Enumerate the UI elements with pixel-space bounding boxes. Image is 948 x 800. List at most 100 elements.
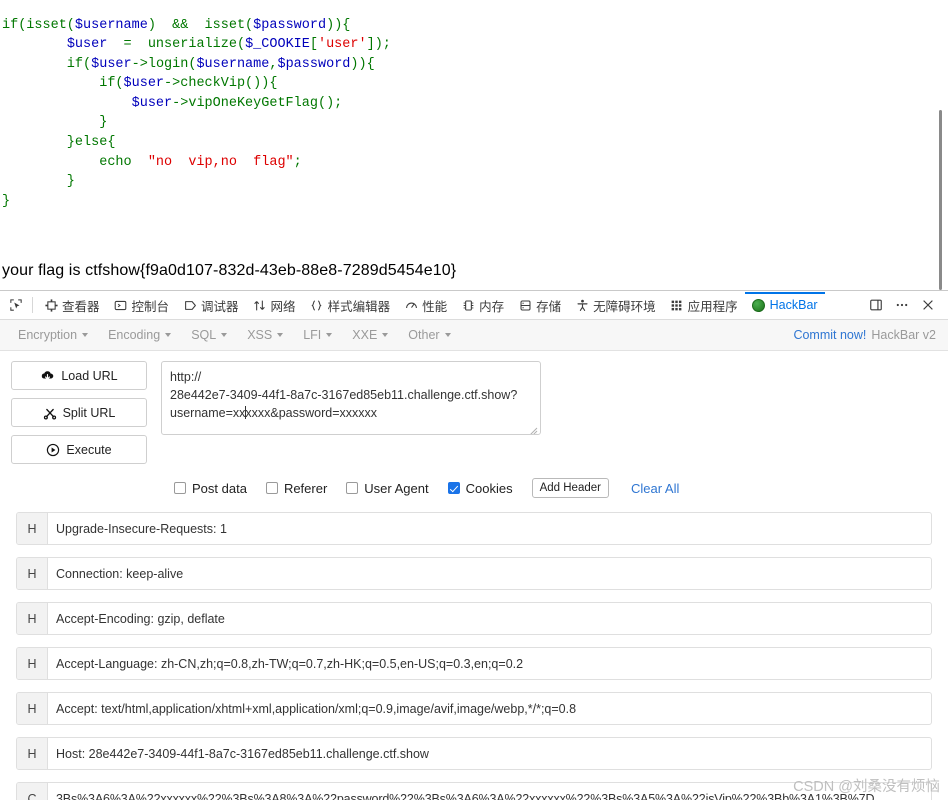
menu-xxe[interactable]: XXE: [342, 328, 398, 342]
memory-icon: [461, 298, 475, 312]
scissors-icon: [43, 406, 57, 420]
code-token: )){: [350, 56, 375, 72]
devtools-tab-memory[interactable]: 内存: [454, 292, 511, 319]
menu-other[interactable]: Other: [398, 328, 460, 342]
header-row[interactable]: H Upgrade-Insecure-Requests: 1: [16, 512, 932, 545]
code-token: }: [2, 174, 75, 190]
application-icon: [670, 298, 684, 312]
devtools-tab-network[interactable]: 网络: [246, 292, 303, 319]
network-icon: [253, 298, 267, 312]
header-rows-list: H Upgrade-Insecure-Requests: 1 H Connect…: [8, 512, 940, 800]
menu-label: LFI: [303, 328, 322, 342]
code-token: $password: [277, 56, 351, 72]
inspector-icon: [44, 298, 58, 312]
debugger-icon: [183, 298, 197, 312]
hackbar-action-buttons: Load URL Split URL Execute: [8, 361, 147, 464]
url-textarea[interactable]: http:// 28e442e7-3409-44f1-8a7c-3167ed85…: [161, 361, 541, 435]
execute-button[interactable]: Execute: [11, 435, 147, 464]
header-row[interactable]: H Host: 28e442e7-3409-44f1-8a7c-3167ed85…: [16, 737, 932, 770]
devtools-tab-label: 存储: [536, 299, 562, 314]
devtools-tab-accessibility[interactable]: 无障碍环境: [568, 292, 663, 319]
devtools-toolbar-right: [864, 293, 944, 317]
chevron-down-icon: [444, 333, 451, 337]
code-token: $username: [196, 56, 270, 72]
menu-lfi[interactable]: LFI: [293, 328, 342, 342]
close-icon[interactable]: [916, 293, 940, 317]
header-row-tag: H: [17, 603, 48, 634]
header-row[interactable]: H Accept-Language: zh-CN,zh;q=0.8,zh-TW;…: [16, 647, 932, 680]
devtools-tab-application[interactable]: 应用程序: [663, 292, 745, 319]
checkbox-box[interactable]: [174, 482, 186, 494]
header-row-value[interactable]: Host: 28e442e7-3409-44f1-8a7c-3167ed85eb…: [48, 738, 931, 769]
clear-all-link[interactable]: Clear All: [631, 481, 679, 496]
checkbox-post-data[interactable]: Post data: [174, 481, 247, 496]
header-row-value[interactable]: Accept-Language: zh-CN,zh;q=0.8,zh-TW;q=…: [48, 648, 931, 679]
code-token: $password: [253, 17, 327, 33]
checkbox-label: Post data: [192, 480, 247, 496]
url-line-1: http://: [170, 370, 202, 384]
flag-output-text: your flag is ctfshow{f9a0d107-832d-43eb-…: [2, 262, 457, 279]
chevron-down-icon: [326, 333, 333, 337]
devtools-tab-label: 控制台: [131, 299, 170, 314]
toolbar-divider: [32, 297, 33, 313]
code-token: $user: [66, 37, 108, 53]
menu-encryption[interactable]: Encryption: [8, 328, 98, 342]
devtools-tab-storage[interactable]: 存储: [511, 292, 568, 319]
style-editor-icon: [310, 298, 324, 312]
commit-now-link[interactable]: Commit now!: [793, 328, 866, 342]
header-row-value[interactable]: Accept: text/html,application/xhtml+xml,…: [48, 693, 931, 724]
page-content-area: if(isset($username) && isset($password))…: [0, 0, 948, 290]
header-row-value[interactable]: Upgrade-Insecure-Requests: 1: [48, 513, 931, 544]
header-row[interactable]: H Accept: text/html,application/xhtml+xm…: [16, 692, 932, 725]
devtools-tab-style-editor[interactable]: 样式编辑器: [303, 292, 398, 319]
header-row-value[interactable]: Accept-Encoding: gzip, deflate: [48, 603, 931, 634]
devtools-panel: 查看器 控制台 调试器 网络 样式编辑器 性能 内存 存储 无障碍环境 应用程序…: [0, 290, 948, 800]
menu-encoding[interactable]: Encoding: [98, 328, 181, 342]
menu-sql[interactable]: SQL: [181, 328, 237, 342]
resize-handle-icon[interactable]: [528, 423, 538, 434]
add-header-button[interactable]: Add Header: [531, 478, 609, 498]
chevron-down-icon: [277, 333, 284, 337]
code-token: = unserialize(: [107, 37, 246, 53]
checkbox-box[interactable]: [447, 482, 460, 494]
menu-label: Other: [408, 328, 440, 342]
devtools-tab-inspector[interactable]: 查看器: [37, 292, 107, 319]
menu-xss[interactable]: XSS: [237, 328, 293, 342]
hackbar-version-area: Commit now! HackBar v2: [793, 328, 940, 342]
header-row-value[interactable]: Connection: keep-alive: [48, 558, 931, 589]
url-textarea-wrap: http:// 28e442e7-3409-44f1-8a7c-3167ed85…: [161, 361, 541, 435]
devtools-tab-debugger[interactable]: 调试器: [176, 292, 246, 319]
menu-label: SQL: [191, 328, 217, 342]
accessibility-icon: [575, 298, 589, 312]
header-row[interactable]: H Accept-Encoding: gzip, deflate: [16, 602, 932, 635]
hackbar-menubar: Encryption Encoding SQL XSS LFI XXE Othe…: [0, 320, 948, 351]
php-source-code: if(isset($username) && isset($password))…: [0, 14, 948, 212]
element-picker-icon[interactable]: [4, 293, 28, 317]
header-row-tag: H: [17, 558, 48, 589]
load-url-button[interactable]: Load URL: [11, 361, 147, 390]
checkbox-box[interactable]: [265, 482, 278, 494]
button-label: Split URL: [62, 405, 116, 420]
code-token: $_COOKIE: [245, 37, 310, 53]
header-row-tag: H: [17, 738, 48, 769]
header-row[interactable]: H Connection: keep-alive: [16, 557, 932, 590]
code-token: ) && isset(: [147, 17, 254, 33]
dock-layout-icon[interactable]: [864, 293, 888, 317]
devtools-tab-hackbar[interactable]: HackBar: [745, 292, 825, 319]
code-token: }: [2, 193, 11, 209]
hackbar-body: Load URL Split URL Execute http:// 28e44…: [0, 351, 948, 800]
checkbox-referer[interactable]: Referer: [265, 481, 327, 496]
devtools-tab-console[interactable]: 控制台: [107, 292, 177, 319]
code-token: ;: [293, 154, 302, 170]
page-scrollbar[interactable]: [939, 110, 942, 290]
devtools-tab-label: 调试器: [201, 299, 239, 314]
devtools-tab-performance[interactable]: 性能: [397, 292, 454, 319]
hackbar-options-row: Post data Referer User Agent Cookies Add…: [174, 478, 940, 498]
checkbox-user-agent[interactable]: User Agent: [346, 481, 429, 496]
checkbox-box[interactable]: [346, 482, 359, 494]
devtools-tab-label: 性能: [422, 299, 448, 314]
more-options-icon[interactable]: [890, 293, 914, 317]
checkbox-cookies[interactable]: Cookies: [447, 481, 513, 496]
split-url-button[interactable]: Split URL: [11, 398, 147, 427]
menu-label: Encoding: [108, 328, 161, 342]
